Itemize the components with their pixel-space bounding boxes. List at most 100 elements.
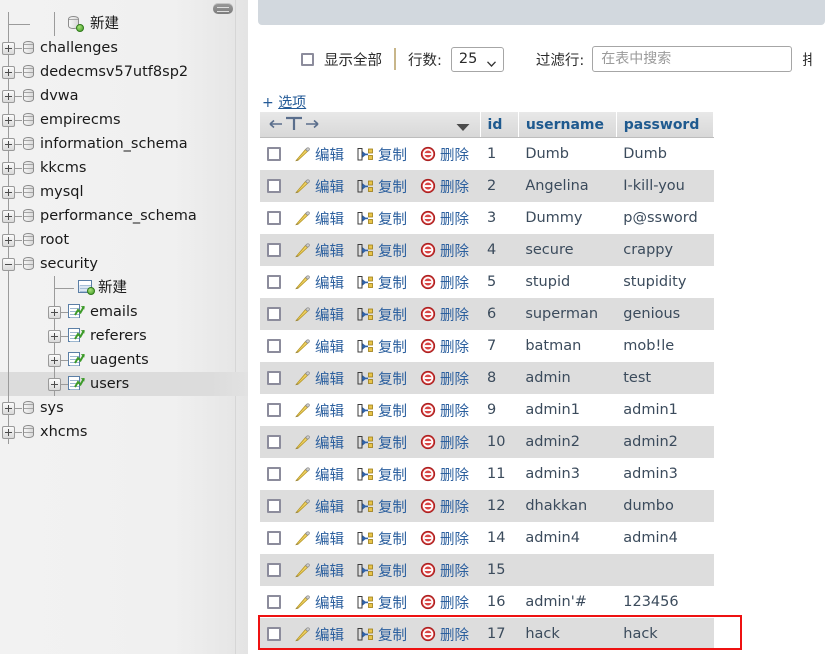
tree-expander-plus-icon[interactable]	[2, 90, 15, 103]
delete-link[interactable]: 删除	[420, 176, 469, 197]
table-row[interactable]: 编辑 复制 删除 4 secure crappy	[260, 234, 714, 266]
delete-link[interactable]: 删除	[420, 144, 469, 165]
copy-link[interactable]: 复制	[357, 304, 407, 325]
tree-item-empirecms[interactable]: empirecms	[0, 108, 248, 132]
row-select-checkbox[interactable]	[267, 499, 281, 513]
delete-link[interactable]: 删除	[420, 496, 469, 517]
table-row[interactable]: 编辑 复制 删除 14 admin4 admin4	[260, 522, 714, 554]
tree-expander-plus-icon[interactable]	[48, 330, 61, 343]
delete-link[interactable]: 删除	[420, 400, 469, 421]
rows-select[interactable]: 25	[450, 46, 504, 72]
tree-item-sys[interactable]: sys	[0, 396, 248, 420]
sort-caret-icon[interactable]	[456, 120, 470, 136]
tree-item-information_schema[interactable]: information_schema	[0, 132, 248, 156]
tree-expander-plus-icon[interactable]	[2, 426, 15, 439]
tree-item-emails[interactable]: emails	[0, 300, 248, 324]
delete-link[interactable]: 删除	[420, 432, 469, 453]
row-select-checkbox[interactable]	[267, 371, 281, 385]
table-row[interactable]: 编辑 复制 删除 7 batman mob!le	[260, 330, 714, 362]
column-header-password[interactable]: password	[616, 112, 715, 138]
filter-rows-input[interactable]	[592, 46, 793, 72]
copy-link[interactable]: 复制	[357, 144, 407, 165]
tree-expander-plus-icon[interactable]	[2, 234, 15, 247]
copy-link[interactable]: 复制	[357, 432, 407, 453]
edit-link[interactable]: 编辑	[294, 144, 344, 165]
copy-link[interactable]: 复制	[357, 496, 407, 517]
edit-link[interactable]: 编辑	[294, 624, 344, 645]
tree-item-dvwa[interactable]: dvwa	[0, 84, 248, 108]
delete-link[interactable]: 删除	[420, 304, 469, 325]
copy-link[interactable]: 复制	[357, 464, 407, 485]
tree-item-新建[interactable]: 新建	[0, 12, 248, 36]
tree-item-dedecmsv57utf8sp2[interactable]: dedecmsv57utf8sp2	[0, 60, 248, 84]
row-select-checkbox[interactable]	[267, 179, 281, 193]
tree-item-kkcms[interactable]: kkcms	[0, 156, 248, 180]
tree-item-security[interactable]: security	[0, 252, 248, 276]
table-row[interactable]: 编辑 复制 删除 2 Angelina I-kill-you	[260, 170, 714, 202]
row-select-checkbox[interactable]	[267, 211, 281, 225]
table-row[interactable]: 编辑 复制 删除 10 admin2 admin2	[260, 426, 714, 458]
table-row[interactable]: 编辑 复制 删除 6 superman genious	[260, 298, 714, 330]
table-row[interactable]: 编辑 复制 删除 11 admin3 admin3	[260, 458, 714, 490]
table-row[interactable]: 编辑 复制 删除 1 Dumb Dumb	[260, 137, 714, 170]
row-select-checkbox[interactable]	[267, 403, 281, 417]
tree-expander-plus-icon[interactable]	[2, 42, 15, 55]
column-header-id[interactable]: id	[480, 112, 519, 138]
tree-expander-plus-icon[interactable]	[2, 114, 15, 127]
copy-link[interactable]: 复制	[357, 176, 407, 197]
delete-link[interactable]: 删除	[420, 208, 469, 229]
tree-expander-minus-icon[interactable]	[2, 258, 15, 271]
edit-link[interactable]: 编辑	[294, 272, 344, 293]
edit-link[interactable]: 编辑	[294, 400, 344, 421]
tree-item-challenges[interactable]: challenges	[0, 36, 248, 60]
delete-link[interactable]: 删除	[420, 464, 469, 485]
tree-item-referers[interactable]: referers	[0, 324, 248, 348]
delete-link[interactable]: 删除	[420, 368, 469, 389]
tree-expander-plus-icon[interactable]	[2, 402, 15, 415]
edit-link[interactable]: 编辑	[294, 464, 344, 485]
column-header-username[interactable]: username	[518, 112, 617, 138]
edit-link[interactable]: 编辑	[294, 208, 344, 229]
tree-item-root[interactable]: root	[0, 228, 248, 252]
row-select-checkbox[interactable]	[267, 307, 281, 321]
copy-link[interactable]: 复制	[357, 592, 407, 613]
row-select-checkbox[interactable]	[267, 243, 281, 257]
tree-expander-plus-icon[interactable]	[2, 210, 15, 223]
delete-link[interactable]: 删除	[420, 528, 469, 549]
tree-item-performance_schema[interactable]: performance_schema	[0, 204, 248, 228]
table-row[interactable]: 编辑 复制 删除 5 stupid stupidity	[260, 266, 714, 298]
copy-link[interactable]: 复制	[357, 560, 407, 581]
tree-expander-plus-icon[interactable]	[2, 186, 15, 199]
edit-link[interactable]: 编辑	[294, 336, 344, 357]
edit-link[interactable]: 编辑	[294, 432, 344, 453]
copy-link[interactable]: 复制	[357, 368, 407, 389]
row-select-checkbox[interactable]	[267, 595, 281, 609]
show-all-checkbox[interactable]	[301, 52, 314, 66]
edit-link[interactable]: 编辑	[294, 560, 344, 581]
tree-item-users[interactable]: users	[0, 372, 248, 396]
row-select-checkbox[interactable]	[267, 275, 281, 289]
edit-link[interactable]: 编辑	[294, 304, 344, 325]
row-select-checkbox[interactable]	[267, 147, 281, 161]
tree-item-mysql[interactable]: mysql	[0, 180, 248, 204]
row-select-checkbox[interactable]	[267, 531, 281, 545]
tree-expander-plus-icon[interactable]	[2, 138, 15, 151]
tree-item-新建[interactable]: 新建	[0, 276, 248, 300]
table-row[interactable]: 编辑 复制 删除 3 Dummy p@ssword	[260, 202, 714, 234]
delete-link[interactable]: 删除	[420, 624, 469, 645]
delete-link[interactable]: 删除	[420, 336, 469, 357]
tree-item-uagents[interactable]: uagents	[0, 348, 248, 372]
delete-link[interactable]: 删除	[420, 592, 469, 613]
tree-expander-plus-icon[interactable]	[2, 66, 15, 79]
copy-link[interactable]: 复制	[357, 400, 407, 421]
edit-link[interactable]: 编辑	[294, 176, 344, 197]
tree-expander-plus-icon[interactable]	[2, 162, 15, 175]
delete-link[interactable]: 删除	[420, 240, 469, 261]
row-select-checkbox[interactable]	[267, 435, 281, 449]
copy-link[interactable]: 复制	[357, 528, 407, 549]
table-row[interactable]: 编辑 复制 删除 16 admin'# 123456	[260, 586, 714, 618]
edit-link[interactable]: 编辑	[294, 496, 344, 517]
tree-expander-plus-icon[interactable]	[48, 378, 61, 391]
tree-expander-plus-icon[interactable]	[48, 354, 61, 367]
table-row[interactable]: 编辑 复制 删除 15	[260, 554, 714, 586]
